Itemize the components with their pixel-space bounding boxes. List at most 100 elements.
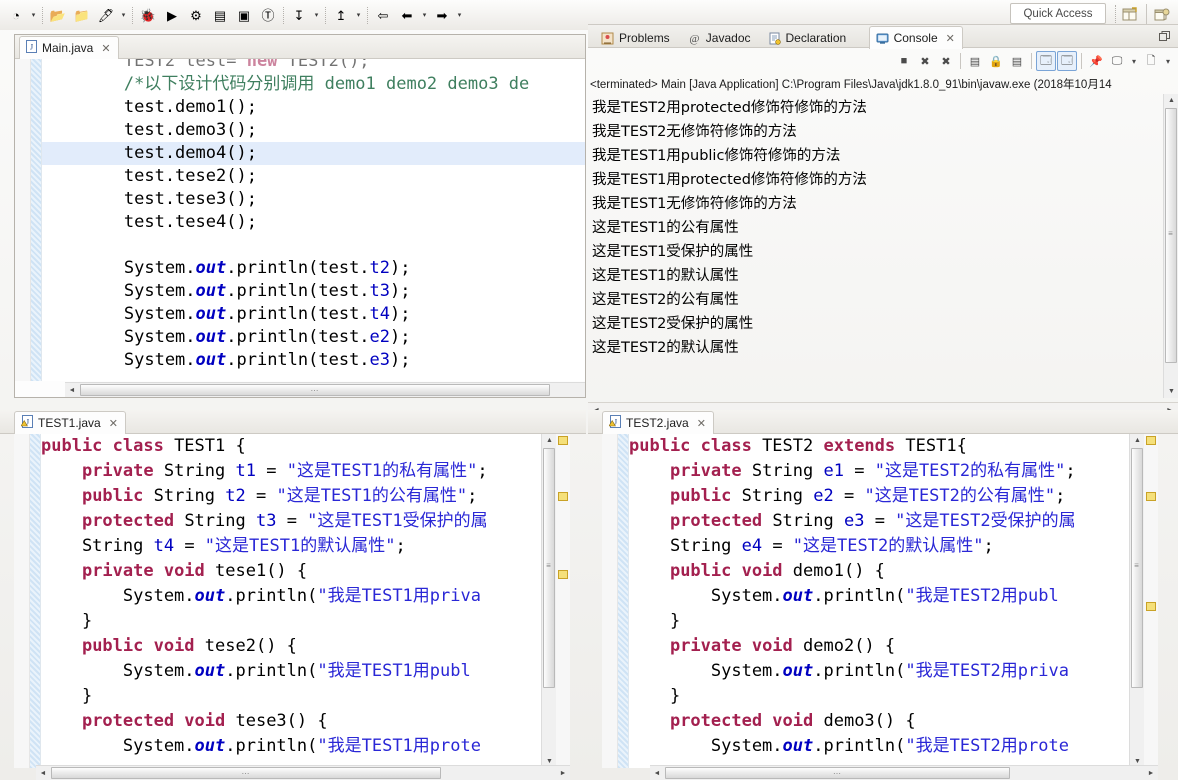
step-into-icon[interactable]: ↧ — [288, 4, 310, 26]
open-perspective-icon[interactable] — [1118, 3, 1142, 26]
code-line[interactable]: 7 System.out.println("我是TEST1用priva — [41, 584, 557, 609]
close-icon[interactable]: ✕ — [109, 417, 118, 430]
scroll-left-icon[interactable]: ◄ — [65, 383, 79, 397]
code-line[interactable]: 5 test.demo1(); — [42, 96, 585, 119]
remove-all-terminated-icon[interactable]: ✖ — [936, 51, 956, 71]
show-console-on-output-icon[interactable]: 🗔 — [1036, 51, 1056, 71]
tab-javadoc[interactable]: @ Javadoc — [681, 26, 759, 49]
code-line[interactable]: 1public class TEST1 { — [41, 434, 557, 459]
test1-vscroll-thumb[interactable]: ≡ — [543, 448, 555, 688]
code-line[interactable]: 3 TEST2 test= new TEST2(); — [42, 59, 585, 73]
console-vscrollbar[interactable]: ▲ ≡ ▼ — [1163, 94, 1178, 398]
remove-launch-icon[interactable]: ✖ — [915, 51, 935, 71]
main-editor-hscrollbar[interactable]: ◄ ⋯ — [65, 382, 585, 397]
open-folder-icon[interactable]: 📂 — [47, 4, 69, 26]
back-dropdown-icon[interactable]: ▾ — [419, 4, 430, 26]
test2-overview-ruler[interactable] — [1144, 434, 1158, 768]
tab-problems[interactable]: Problems — [594, 26, 678, 49]
test2-code-area[interactable]: 1public class TEST2 extends TEST1{2 priv… — [629, 434, 1145, 768]
show-console-on-error-icon[interactable]: 🗔 — [1057, 51, 1077, 71]
code-line[interactable]: 5 String e4 = "这是TEST2的默认属性"; — [629, 534, 1145, 559]
quick-access-input[interactable]: Quick Access — [1010, 3, 1106, 24]
main-editor-body[interactable]: 3 TEST2 test= new TEST2();4 /*以下设计代码分别调用… — [15, 59, 585, 381]
new-wizard-dropdown-icon[interactable]: ▾ — [28, 4, 39, 26]
test2-hscroll-thumb[interactable]: ⋯ — [665, 767, 1010, 779]
code-line[interactable]: 5 String t4 = "这是TEST1的默认属性"; — [41, 534, 557, 559]
console-vscroll-thumb[interactable]: ≡ — [1165, 108, 1177, 363]
code-line[interactable]: 11 — [42, 234, 585, 257]
code-line[interactable]: 14 System.out.println(test.t4); — [42, 303, 585, 326]
test1-fold-ruler[interactable] — [30, 434, 41, 768]
code-line[interactable]: 15 System.out.println(test.e2); — [42, 326, 585, 349]
word-wrap-icon[interactable]: ▤ — [1007, 51, 1027, 71]
code-line[interactable]: 9− private void demo2() { — [629, 634, 1145, 659]
code-line[interactable]: 11 } — [41, 684, 557, 709]
tab-test1-java[interactable]: J TEST1.java ✕ — [14, 411, 126, 434]
scroll-right-icon[interactable]: ► — [556, 766, 570, 780]
close-icon[interactable]: ✕ — [697, 417, 706, 430]
code-line[interactable]: 7 test.demo4(); — [42, 142, 585, 165]
save-dropdown-icon[interactable]: ▾ — [118, 4, 129, 26]
step-into-dropdown-icon[interactable]: ▾ — [311, 4, 322, 26]
code-line[interactable]: 8 } — [629, 609, 1145, 634]
tab-declaration[interactable]: Declaration — [761, 26, 855, 49]
new-class-icon[interactable]: Ⓣ — [257, 4, 279, 26]
code-line[interactable]: 6− public void demo1() { — [629, 559, 1145, 584]
terminate-icon[interactable]: ■ — [894, 51, 914, 71]
code-line[interactable]: 6− private void tese1() { — [41, 559, 557, 584]
back-history-icon[interactable]: ⇦ — [372, 4, 394, 26]
tab-console[interactable]: Console ✕ — [868, 26, 963, 49]
test2-fold-ruler[interactable] — [618, 434, 629, 768]
new-java-project-icon[interactable]: ▤ — [209, 4, 231, 26]
code-line[interactable]: 7 System.out.println("我是TEST2用publ — [629, 584, 1145, 609]
test1-editor-hscrollbar[interactable]: ◄ ⋯ ► — [36, 765, 570, 780]
scroll-left-icon[interactable]: ◄ — [650, 766, 664, 780]
test1-editor-body[interactable]: 1public class TEST1 {2 private String t1… — [14, 434, 570, 768]
code-line[interactable]: 2 private String e1 = "这是TEST2的私有属性"; — [629, 459, 1145, 484]
main-code-area[interactable]: 3 TEST2 test= new TEST2();4 /*以下设计代码分别调用… — [42, 59, 585, 372]
code-line[interactable]: 12− protected void tese3() { — [41, 709, 557, 734]
forward-icon[interactable]: ➡ — [431, 4, 453, 26]
main-fold-ruler[interactable] — [31, 59, 42, 381]
code-line[interactable]: 8 test.tese2(); — [42, 165, 585, 188]
code-line[interactable]: 10 System.out.println("我是TEST2用priva — [629, 659, 1145, 684]
forward-dropdown-icon[interactable]: ▾ — [454, 4, 465, 26]
debug-icon[interactable]: 🐞 — [137, 4, 159, 26]
run-icon[interactable]: ▶ — [161, 4, 183, 26]
test2-annotation-ruler[interactable] — [602, 434, 618, 768]
code-line[interactable]: 16 System.out.println(test.e3); — [42, 349, 585, 372]
code-line[interactable]: 13 System.out.println(test.t3); — [42, 280, 585, 303]
test2-editor-hscrollbar[interactable]: ◄ ⋯ ► — [650, 765, 1158, 780]
code-line[interactable]: 6 test.demo3(); — [42, 119, 585, 142]
scroll-right-icon[interactable]: ► — [1144, 766, 1158, 780]
code-line[interactable]: 11 } — [629, 684, 1145, 709]
new-package-icon[interactable]: ▣ — [233, 4, 255, 26]
pin-console-icon[interactable]: 📌 — [1086, 51, 1106, 71]
console-output[interactable]: 我是TEST2用protected修饰符修饰的方法 我是TEST2无修饰符修饰的方… — [592, 96, 1154, 396]
code-line[interactable]: 3 public String e2 = "这是TEST2的公有属性"; — [629, 484, 1145, 509]
code-line[interactable]: 13 System.out.println("我是TEST2用prote — [629, 734, 1145, 759]
main-annotation-ruler[interactable] — [15, 59, 31, 381]
tab-main-java[interactable]: J Main.java ✕ — [19, 36, 119, 59]
code-line[interactable]: 10 test.tese4(); — [42, 211, 585, 234]
close-icon[interactable]: ✕ — [101, 42, 110, 55]
test2-vscrollbar[interactable]: ▲ ≡ ▼ — [1129, 434, 1144, 768]
scroll-up-icon[interactable]: ▲ — [1165, 94, 1178, 107]
code-line[interactable]: 9− public void tese2() { — [41, 634, 557, 659]
back-icon[interactable]: ⬅ — [396, 4, 418, 26]
display-selected-console-dropdown-icon[interactable]: ▾ — [1128, 51, 1140, 71]
test2-editor-body[interactable]: 1public class TEST2 extends TEST1{2 priv… — [602, 434, 1158, 768]
code-line[interactable]: 13 System.out.println("我是TEST1用prote — [41, 734, 557, 759]
close-icon[interactable]: ✕ — [946, 32, 955, 45]
scroll-lock-icon[interactable]: 🔒 — [986, 51, 1006, 71]
save-icon[interactable]: 🖊 — [95, 4, 117, 26]
java-perspective-icon[interactable] — [1150, 3, 1174, 26]
code-line[interactable]: 4 /*以下设计代码分别调用 demo1 demo2 demo3 de — [42, 73, 585, 96]
display-selected-console-icon[interactable]: 🖵 — [1107, 51, 1127, 71]
test1-vscrollbar[interactable]: ▲ ≡ ▼ — [541, 434, 556, 768]
code-line[interactable]: 9 test.tese3(); — [42, 188, 585, 211]
scroll-down-icon[interactable]: ▼ — [1165, 385, 1178, 398]
run-external-icon[interactable]: ⚙ — [185, 4, 207, 26]
open-console-dropdown-icon[interactable]: ▾ — [1162, 51, 1174, 71]
code-line[interactable]: 12 System.out.println(test.t2); — [42, 257, 585, 280]
